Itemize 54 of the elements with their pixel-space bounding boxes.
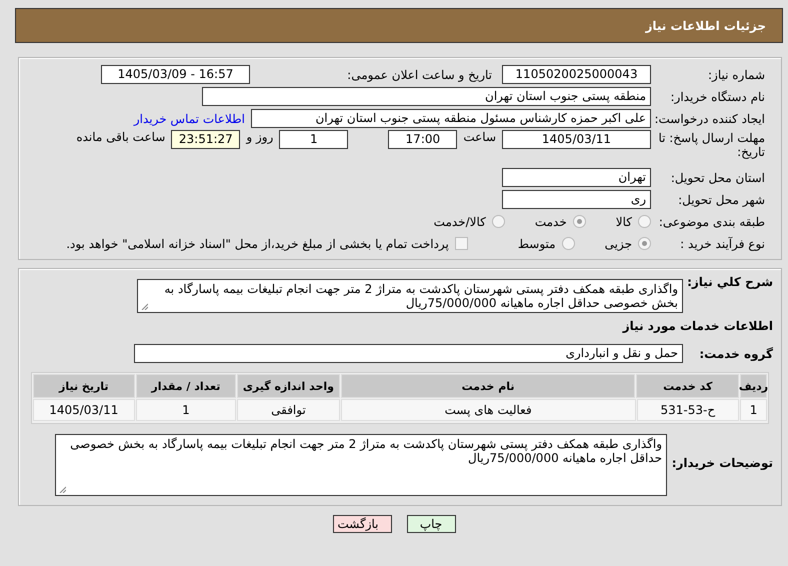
treasury-label: پرداخت تمام یا بخشی از مبلغ خرید،از محل "اسناد خزانه اسلامی" خواهد بود. [66,236,449,250]
table-cell: توافقی [237,399,340,421]
days-label: روز و [246,130,274,144]
table-cell: 1 [136,399,236,421]
column-header: تعداد / مقدار [136,374,236,398]
section-heading: اطلاعات خدمات مورد نیاز [621,319,774,333]
column-header: نام خدمت [340,374,636,398]
field-label: نوع فرآیند خرید : [679,236,766,250]
field-label: ایجاد کننده درخواست: [653,112,766,126]
time-label: ساعت [463,130,496,144]
column-header: کد خدمت [636,374,739,398]
field-label: استان محل تحویل: [670,170,766,184]
need-number-field: 1105020025000043 [502,65,651,84]
category-radio[interactable]: خدمت [534,214,586,228]
column-header: تاریخ نیاز [33,374,135,398]
creator-field: علی اکبر حمزه کارشناس مسئول منطقه پستی جنوب استان تهران [251,109,651,128]
buyer-contact-link[interactable]: اطلاعات تماس خریدار [134,112,245,126]
table-cell: 1 [740,399,767,421]
table-cell: فعالیت های پست [340,399,636,421]
field-label: توضیحات خریدار: [671,455,774,470]
field-label: گروه خدمت: [698,346,774,360]
field-label: نام دستگاه خریدار: [670,90,766,104]
table-cell: ح-53-531 [636,399,740,421]
resize-grip-icon [58,485,66,493]
remaining-time-field: 23:51:27 [171,130,240,149]
process-radio[interactable]: جزیی [604,236,651,250]
table-cell: 1405/03/11 [33,399,135,421]
province-field: تهران [502,168,651,187]
deadline-time-field: 17:00 [388,130,458,149]
deadline-date-field: 1405/03/11 [502,130,651,149]
buyer-field: منطقه پستی جنوب استان تهران [202,87,651,106]
back-button[interactable]: بازگشت [332,515,392,533]
field-label: طبقه بندی موضوعی: [658,214,766,228]
treasury-checkbox[interactable] [454,237,468,250]
buyer-notes-textarea[interactable]: واگذاری طبقه همکف دفتر پستی شهرستان پاکدشت به متراژ 2 متر جهت انجام تبلیغات بیمه پاسارگاد به بخش خصوصی حداقل اجاره ماهیانه 75/000/000ریال [55,434,667,496]
service-group-field: حمل و نقل و انبارداری [134,344,683,363]
field-label: شرح کلي نیاز: [686,275,774,289]
description-textarea[interactable]: واگذاری طبقه همکف دفتر پستی شهرستان پاکدشت به متراژ 2 متر جهت انجام تبلیغات بیمه پاسارگاد به بخش خصوصی حداقل اجاره ماهیانه 75/000/000ریال [137,279,683,313]
category-radio[interactable]: کالا/خدمت [434,214,505,228]
resize-grip-icon [140,302,148,310]
field-label: تاریخ و ساعت اعلان عمومی: [346,68,492,82]
announce-date-field: 1405/03/09 - 16:57 [101,65,250,84]
city-field: ری [502,190,651,209]
field-label: شماره نیاز: [707,68,766,82]
column-header: ردیف [740,374,767,398]
print-button[interactable]: چاپ [406,515,456,533]
process-radio[interactable]: متوسط [518,236,575,250]
field-label: شهر محل تحویل: [677,192,766,206]
column-header: واحد اندازه گیری [237,374,340,398]
page-title: جزئیات اطلاعات نیاز [645,18,766,32]
remaining-label: ساعت باقی مانده [76,130,166,144]
days-field: 1 [279,130,348,149]
category-radio[interactable]: کالا [616,214,651,228]
field-label: مهلت ارسال پاسخ: تا تاریخ: [657,130,766,159]
